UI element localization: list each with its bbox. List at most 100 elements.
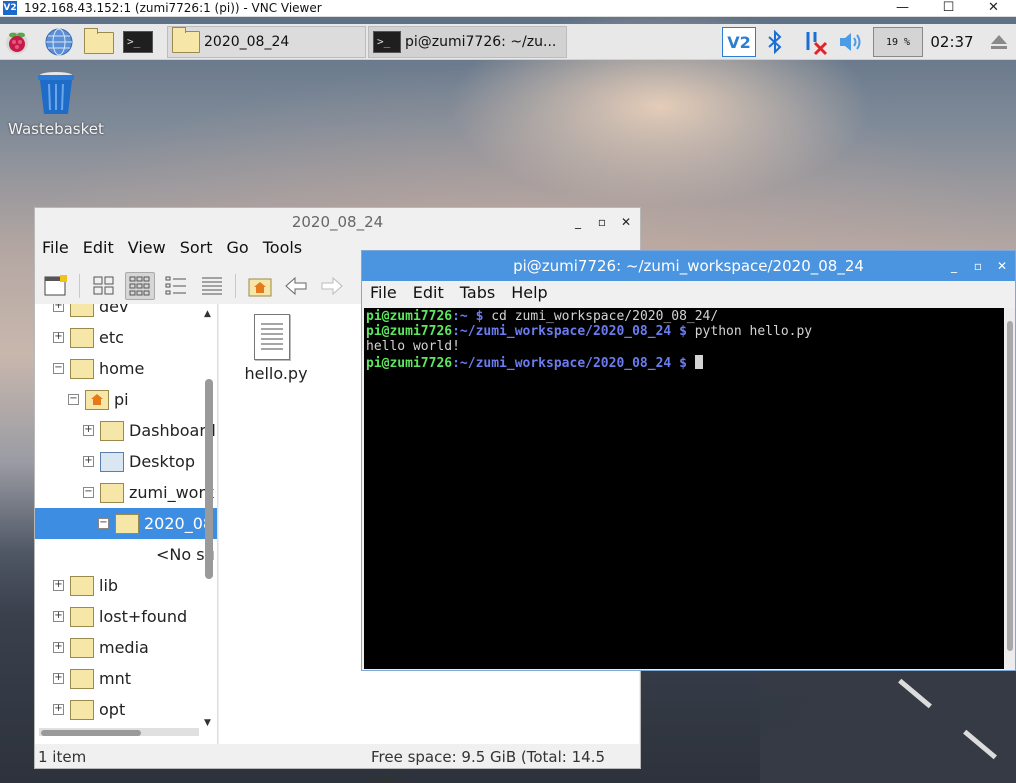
thumbnail-view-icon[interactable]: [161, 272, 191, 300]
terminal-close-button[interactable]: ✕: [994, 258, 1010, 274]
tree-item-placeholder: <No su: [156, 545, 215, 564]
tree-item[interactable]: − zumi_work: [35, 477, 217, 508]
fm-maximize-button[interactable]: ▫: [594, 214, 610, 230]
vnc-close-button[interactable]: ✕: [971, 0, 1016, 17]
desktop-folder-icon: [100, 451, 124, 472]
fm-minimize-button[interactable]: _: [570, 214, 586, 230]
tree-horizontal-scrollbar-thumb[interactable]: [41, 730, 141, 736]
fm-close-button[interactable]: ✕: [618, 214, 634, 230]
vnc-viewer-titlebar: V2 192.168.43.152:1 (zumi7726:1 (pi)) - …: [0, 0, 1016, 17]
clock[interactable]: 02:37: [928, 27, 976, 57]
tree-item[interactable]: + lost+found: [35, 601, 217, 632]
tree-item[interactable]: + lib: [35, 570, 217, 601]
forward-arrow-icon[interactable]: [317, 272, 347, 300]
taskbar: >_ 2020_08_24 >_ pi@zumi7726: ~/zu... V2…: [0, 24, 1016, 60]
menu-edit[interactable]: Edit: [76, 238, 121, 262]
terminal-minimize-button[interactable]: _: [946, 258, 962, 274]
folder-icon: [70, 668, 94, 689]
file-manager-icon[interactable]: [84, 28, 114, 62]
tree-item[interactable]: + Dashboard: [35, 415, 217, 446]
large-icon-view-icon[interactable]: [89, 272, 119, 300]
tree-item[interactable]: + opt: [35, 694, 217, 725]
wastebasket-icon[interactable]: [35, 70, 77, 116]
menu-go[interactable]: Go: [220, 238, 256, 262]
scroll-down-icon[interactable]: ▼: [204, 718, 211, 728]
taskbar-item-label: pi@zumi7726: ~/zu...: [405, 34, 557, 50]
folder-icon: [70, 304, 94, 317]
toolbar-separator: [235, 274, 236, 298]
raspberry-menu-icon[interactable]: [2, 27, 32, 57]
terminal-title: pi@zumi7726: ~/zumi_workspace/2020_08_24: [362, 251, 1015, 281]
status-item-count: 1 item: [38, 748, 87, 766]
vnc-maximize-button[interactable]: ☐: [926, 0, 971, 17]
terminal-launcher-icon[interactable]: >_: [123, 31, 153, 61]
text-cursor: [694, 354, 703, 369]
network-disconnected-icon[interactable]: [800, 27, 830, 57]
toolbar-separator: [79, 274, 80, 298]
tree-item[interactable]: + Desktop: [35, 446, 217, 477]
terminal-output[interactable]: pi@zumi7726:~ $ cd zumi_workspace/2020_0…: [364, 308, 1004, 669]
home-folder-icon: [85, 389, 109, 410]
small-icon-view-icon[interactable]: [125, 272, 155, 300]
eject-icon[interactable]: [985, 27, 1013, 57]
vnc-logo-icon: V2: [3, 1, 17, 15]
vnc-window-title: 192.168.43.152:1 (zumi7726:1 (pi)) - VNC…: [24, 1, 322, 15]
tree-item[interactable]: − home: [35, 353, 217, 384]
bluetooth-icon[interactable]: [762, 27, 788, 57]
wastebasket-label: Wastebasket: [8, 120, 104, 138]
taskbar-item-file-manager[interactable]: 2020_08_24: [167, 26, 366, 58]
python-file-icon[interactable]: [254, 314, 290, 360]
folder-icon: [70, 699, 94, 720]
menu-help[interactable]: Help: [503, 283, 555, 307]
terminal-line: hello world!: [366, 339, 460, 355]
new-window-icon[interactable]: [41, 272, 71, 300]
folder-icon: [70, 637, 94, 658]
back-arrow-icon[interactable]: [281, 272, 311, 300]
home-folder-icon[interactable]: [245, 272, 275, 300]
menu-file[interactable]: File: [35, 238, 76, 262]
tree-item-selected[interactable]: −2020_08: [35, 508, 217, 539]
file-name-label[interactable]: hello.py: [231, 364, 321, 383]
status-free-space: Free space: 9.5 GiB (Total: 14.5 GiB): [371, 748, 606, 783]
scroll-up-icon[interactable]: ▲: [204, 309, 211, 319]
taskbar-item-terminal[interactable]: >_ pi@zumi7726: ~/zu...: [368, 26, 567, 58]
folder-icon: [70, 358, 94, 379]
menu-file[interactable]: File: [362, 283, 405, 307]
menu-view[interactable]: View: [121, 238, 173, 262]
folder-icon: [70, 327, 94, 348]
menu-sort[interactable]: Sort: [173, 238, 220, 262]
terminal-menubar: File Edit Tabs Help: [362, 283, 1015, 307]
menu-edit[interactable]: Edit: [405, 283, 452, 307]
folder-icon: [172, 27, 200, 53]
tree-item[interactable]: + media: [35, 632, 217, 663]
folder-icon: [100, 482, 124, 503]
terminal-line: pi@zumi7726:~ $ cd zumi_workspace/2020_0…: [366, 309, 719, 324]
terminal-scrollbar-thumb[interactable]: [1007, 321, 1013, 651]
folder-icon: [70, 606, 94, 627]
tree-scrollbar-thumb[interactable]: [205, 379, 213, 579]
tree-item[interactable]: − pi: [35, 384, 217, 415]
folder-icon: [115, 513, 139, 534]
file-manager-statusbar: 1 item Free space: 9.5 GiB (Total: 14.5 …: [35, 745, 640, 783]
vnc-minimize-button[interactable]: —: [880, 0, 925, 17]
taskbar-item-label: 2020_08_24: [204, 34, 290, 50]
vnc-server-icon[interactable]: V2: [722, 27, 756, 57]
volume-icon[interactable]: [837, 27, 865, 57]
folder-icon: [70, 575, 94, 596]
terminal-maximize-button[interactable]: ▫: [970, 258, 986, 274]
terminal-line: pi@zumi7726:~/zumi_workspace/2020_08_24 …: [366, 354, 1002, 371]
terminal-line: pi@zumi7726:~/zumi_workspace/2020_08_24 …: [366, 324, 813, 340]
cpu-usage-monitor: 19 %: [873, 27, 923, 57]
folder-icon: [100, 420, 124, 441]
tree-item[interactable]: + mnt: [35, 663, 217, 694]
detailed-list-view-icon[interactable]: [197, 272, 227, 300]
tree-item[interactable]: + dev: [35, 304, 217, 322]
web-browser-icon[interactable]: [44, 27, 74, 57]
menu-tools[interactable]: Tools: [256, 238, 309, 262]
terminal-icon: >_: [373, 31, 401, 53]
directory-tree: + dev + etc − home − pi + Dashboard + Desktop …: [35, 304, 218, 744]
file-manager-title: 2020_08_24: [291, 213, 384, 231]
terminal-window: pi@zumi7726: ~/zumi_workspace/2020_08_24…: [361, 250, 1016, 671]
tree-item[interactable]: + etc: [35, 322, 217, 353]
menu-tabs[interactable]: Tabs: [452, 283, 503, 307]
